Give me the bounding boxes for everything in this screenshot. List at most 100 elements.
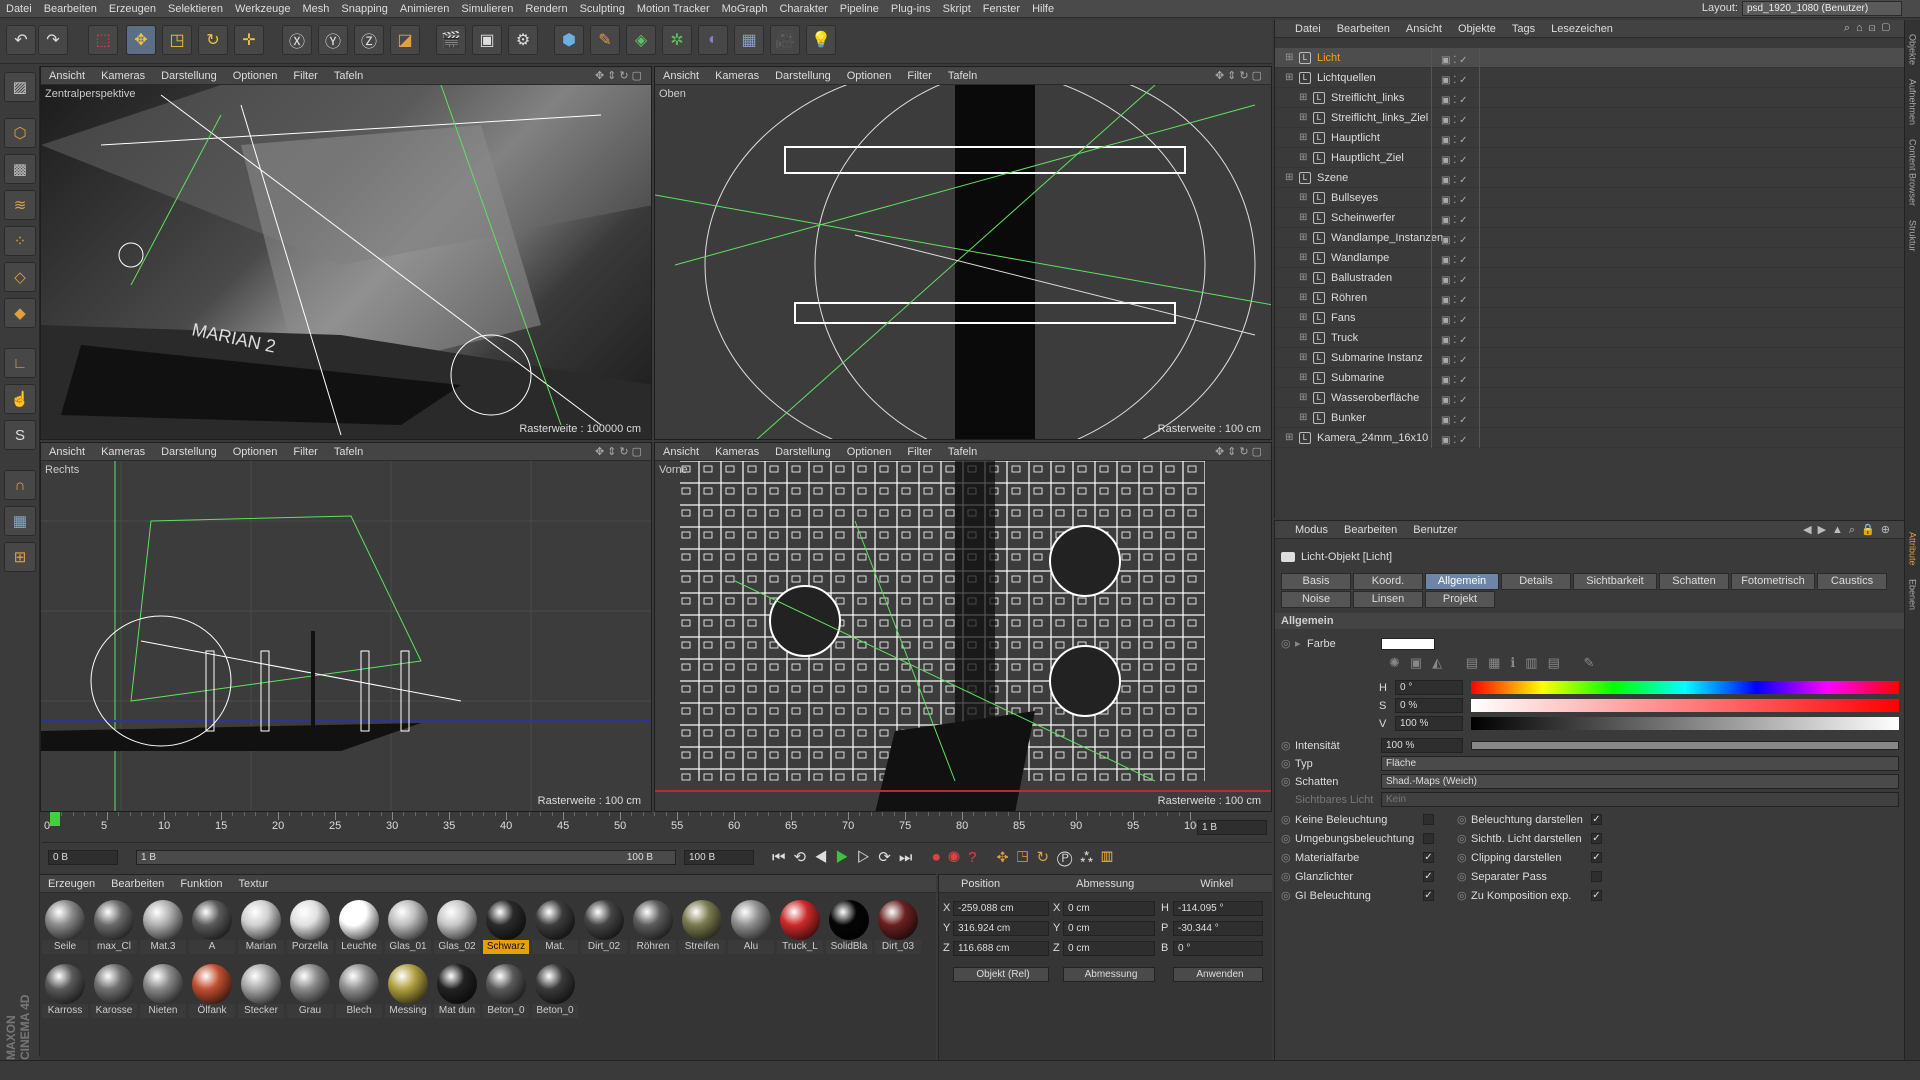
material-swatch[interactable]: Truck_L (777, 897, 823, 959)
object-row[interactable]: ⊞ L Streiflicht_links ▣ ⁚ ✓ (1275, 88, 1905, 108)
attribute-tab[interactable]: Details (1501, 573, 1571, 590)
timeline-ruler[interactable]: 0 5 10 15 20 25 30 35 40 45 50 55 60 65 70 75 80 85 90 95 10… (42, 812, 1272, 842)
viewport-nav-icons[interactable]: ✥⇕↻▢ (1215, 445, 1265, 458)
redo-icon[interactable]: ↷ (38, 25, 68, 55)
object-menu-item[interactable]: Bearbeiten (1329, 23, 1398, 35)
menu-optionen[interactable]: Optionen (839, 70, 900, 82)
menu-item[interactable]: Erzeugen (103, 0, 162, 18)
position-field[interactable]: 116.688 cm (953, 941, 1049, 956)
menu-item[interactable]: Selektieren (162, 0, 229, 18)
attribute-tab[interactable]: Basis (1281, 573, 1351, 590)
object-row[interactable]: ⊞ L Submarine ▣ ⁚ ✓ (1275, 368, 1905, 388)
object-menu-item[interactable]: Objekte (1450, 23, 1504, 35)
key-pla-icon[interactable]: ⁂ (1080, 849, 1101, 866)
type-select[interactable]: Fläche (1381, 756, 1899, 771)
layout-select[interactable]: psd_1920_1080 (Benutzer) (1742, 1, 1902, 16)
anim-dot-icon[interactable]: ◎ (1457, 868, 1467, 886)
edges-mode-icon[interactable]: ◇ (4, 262, 36, 292)
menu-textur[interactable]: Textur (231, 878, 277, 890)
render-picture-viewer-icon[interactable]: ▣ (472, 25, 502, 55)
object-name[interactable]: Bullseyes (1331, 188, 1378, 208)
attribute-menu-item[interactable]: Bearbeiten (1336, 524, 1405, 536)
attribute-tab[interactable]: Projekt (1425, 591, 1495, 608)
material-swatch[interactable]: SolidBla (826, 897, 872, 959)
object-row[interactable]: ⊞ L Kamera_24mm_16x10 ▣ ⁚ ✓ (1275, 428, 1905, 448)
object-name[interactable]: Röhren (1331, 288, 1367, 308)
object-menu-item[interactable]: Lesezeichen (1543, 23, 1621, 35)
key-rotation-icon[interactable]: ↻ (1036, 849, 1057, 866)
axis-icon[interactable]: ∟ (4, 348, 36, 378)
menu-item[interactable]: Pipeline (834, 0, 885, 18)
viewport-nav-icons[interactable]: ✥⇕↻▢ (595, 69, 645, 82)
anim-dot-icon[interactable]: ◎ (1457, 830, 1467, 848)
attribute-tab[interactable]: Linsen (1353, 591, 1423, 608)
anim-dot-icon[interactable]: ◎ (1281, 887, 1291, 905)
menu-tafeln[interactable]: Tafeln (326, 70, 371, 82)
scale-icon[interactable]: ◳ (162, 25, 192, 55)
menu-optionen[interactable]: Optionen (225, 446, 286, 458)
menu-optionen[interactable]: Optionen (225, 70, 286, 82)
menu-ansicht[interactable]: Ansicht (655, 70, 707, 82)
object-name[interactable]: Wandlampe (1331, 248, 1389, 268)
material-swatch[interactable]: Mat dun (434, 961, 480, 1023)
viewport-perspective[interactable]: Ansicht Kameras Darstellung Optionen Fil… (40, 66, 652, 440)
attribute-tab[interactable]: Caustics (1817, 573, 1887, 590)
expand-icon[interactable]: ⊞ (1299, 268, 1307, 288)
expand-icon[interactable]: ⊞ (1299, 388, 1307, 408)
menu-item[interactable]: Datei (0, 0, 38, 18)
rotation-field[interactable]: -30.344 ° (1173, 921, 1263, 936)
side-tab[interactable]: Struktur (1908, 220, 1918, 252)
menu-kameras[interactable]: Kameras (707, 446, 767, 458)
menu-kameras[interactable]: Kameras (93, 446, 153, 458)
viewport-render[interactable]: Oben Rasterweite : 100 cm (655, 85, 1271, 439)
material-swatch[interactable]: Glas_02 (434, 897, 480, 959)
frame-range-slider[interactable]: 1 B 100 B (136, 850, 676, 865)
next-key-icon[interactable]: ⟳ (878, 849, 899, 866)
viewport-render[interactable]: Vorne Rasterweite : 100 cm (655, 461, 1271, 811)
workplane-icon[interactable]: ≋ (4, 190, 36, 220)
checkbox[interactable]: ✓ (1423, 890, 1434, 901)
anim-dot-icon[interactable]: ◎ (1281, 811, 1291, 829)
attribute-tab[interactable]: Fotometrisch (1731, 573, 1815, 590)
expand-icon[interactable]: ⊞ (1299, 328, 1307, 348)
material-swatch[interactable]: Beton_0 (532, 961, 578, 1023)
floor-icon[interactable]: ▦ (734, 25, 764, 55)
material-swatch[interactable]: Beton_0 (483, 961, 529, 1023)
anim-dot-icon[interactable]: ◎ (1281, 830, 1291, 848)
attribute-tab[interactable]: Allgemein (1425, 573, 1499, 590)
material-swatch[interactable]: Messing (385, 961, 431, 1023)
object-row[interactable]: ⊞ L Wasseroberfläche ▣ ⁚ ✓ (1275, 388, 1905, 408)
render-view-icon[interactable]: 🎬 (436, 25, 466, 55)
menu-item[interactable]: Hilfe (1026, 0, 1060, 18)
expand-icon[interactable]: ⊞ (1299, 128, 1307, 148)
material-swatch[interactable]: Stecker (238, 961, 284, 1023)
object-name[interactable]: Submarine Instanz (1331, 348, 1423, 368)
timeline-icon[interactable]: ▥ (1101, 849, 1121, 866)
size-field[interactable]: 0 cm (1063, 921, 1155, 936)
column-divider[interactable] (1431, 48, 1432, 448)
object-name[interactable]: Kamera_24mm_16x10 (1317, 428, 1428, 448)
prev-frame-icon[interactable]: ◀ (814, 849, 835, 866)
viewport-right[interactable]: Ansicht Kameras Darstellung Optionen Fil… (40, 442, 652, 812)
checkbox[interactable]: ✓ (1591, 852, 1602, 863)
points-mode-icon[interactable]: ⁘ (4, 226, 36, 256)
live-selection-icon[interactable]: ⬚ (88, 25, 118, 55)
object-name[interactable]: Scheinwerfer (1331, 208, 1395, 228)
expand-icon[interactable]: ⊞ (1299, 288, 1307, 308)
checkbox[interactable]: ✓ (1423, 852, 1434, 863)
attribute-tab[interactable]: Schatten (1659, 573, 1729, 590)
object-name[interactable]: Truck (1331, 328, 1358, 348)
next-frame-icon[interactable]: ▷ (857, 849, 878, 866)
expand-icon[interactable]: ⊞ (1285, 428, 1293, 448)
material-swatch[interactable]: Dirt_03 (875, 897, 921, 959)
attribute-tab[interactable]: Sichtbarkeit (1573, 573, 1657, 590)
rotation-field[interactable]: -114.095 ° (1173, 901, 1263, 916)
material-swatch[interactable]: Ölfank (189, 961, 235, 1023)
viewport-nav-icons[interactable]: ✥⇕↻▢ (1215, 69, 1265, 82)
checkbox[interactable]: ✓ (1591, 814, 1602, 825)
menu-optionen[interactable]: Optionen (839, 446, 900, 458)
z-axis-icon[interactable]: Ⓩ (354, 25, 384, 55)
menu-item[interactable]: Animieren (394, 0, 456, 18)
expand-icon[interactable]: ⊞ (1299, 188, 1307, 208)
anim-dot-icon[interactable]: ◎ (1281, 849, 1291, 867)
